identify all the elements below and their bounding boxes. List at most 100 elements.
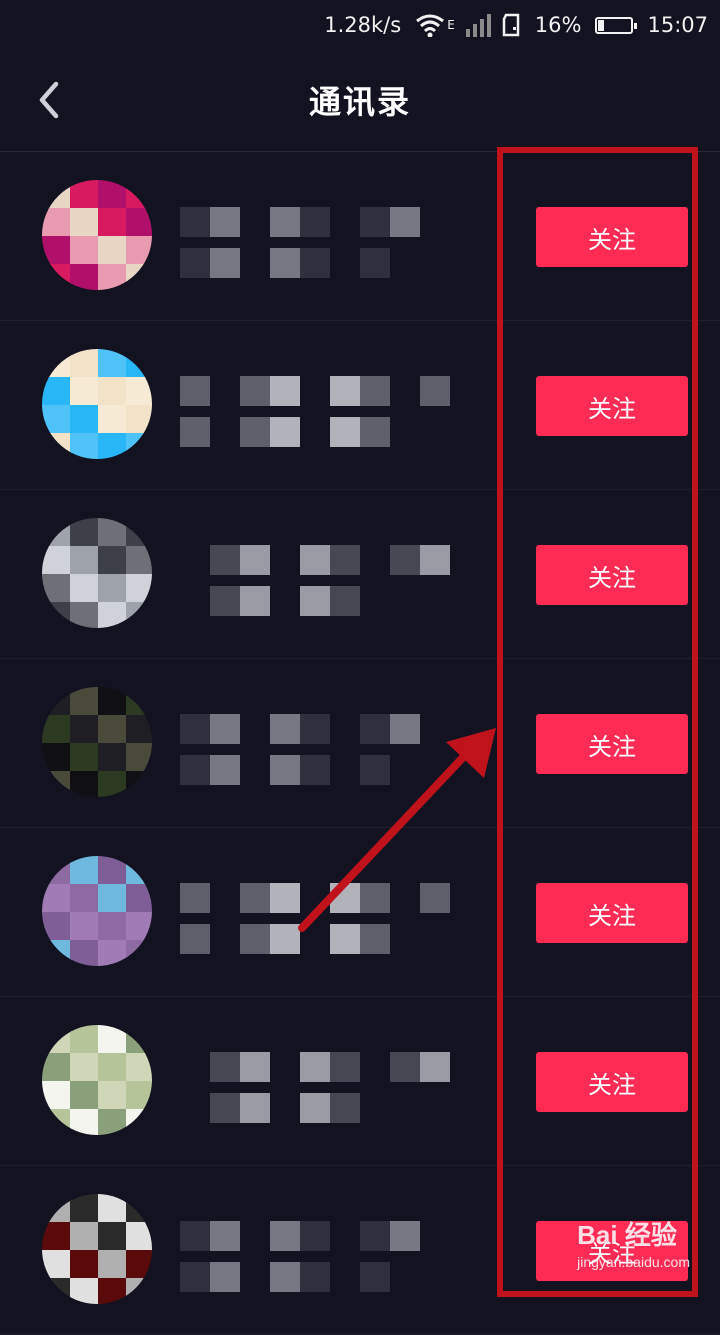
avatar-pixel	[98, 1053, 128, 1083]
mosaic-block	[420, 1052, 450, 1082]
avatar-pixel	[98, 602, 128, 628]
avatar-pixel	[42, 208, 72, 238]
avatar-pixel	[70, 180, 100, 210]
mosaic-block	[180, 714, 210, 744]
avatar-pixel	[42, 433, 72, 459]
mosaic-block	[360, 924, 390, 954]
avatar-pixel	[126, 1109, 152, 1135]
avatar-pixel	[126, 377, 152, 407]
contact-row[interactable]: 关注	[0, 152, 720, 321]
mosaic-block	[210, 1093, 240, 1123]
avatar-pixel	[98, 856, 128, 886]
avatar-pixel	[98, 1250, 128, 1280]
avatar-pixel	[42, 574, 72, 604]
avatar-pixel	[42, 264, 72, 290]
mosaic-block	[300, 248, 330, 278]
follow-button[interactable]: 关注	[536, 376, 688, 436]
avatar-pixel	[98, 1081, 128, 1111]
mosaic-block	[420, 883, 450, 913]
mosaic-block	[180, 1221, 210, 1251]
mosaic-block	[360, 1262, 390, 1292]
mosaic-block	[240, 545, 270, 575]
contact-row[interactable]: 关注	[0, 490, 720, 659]
contact-subtitle-redacted	[180, 1262, 420, 1292]
avatar[interactable]	[42, 1025, 152, 1135]
contact-list: 关注 关注 关注 关注 关注 关注 关注	[0, 152, 720, 1335]
avatar-pixel	[70, 1053, 100, 1083]
mosaic-block	[330, 376, 360, 406]
mosaic-block	[360, 755, 390, 785]
avatar[interactable]	[42, 1194, 152, 1304]
avatar-pixel	[98, 264, 128, 290]
avatar-pixel	[98, 1194, 128, 1224]
mosaic-block	[210, 1052, 240, 1082]
avatar[interactable]	[42, 518, 152, 628]
avatar-pixel	[70, 349, 100, 379]
avatar-pixel	[70, 771, 100, 797]
avatar-pixel	[70, 1250, 100, 1280]
avatar-pixel	[42, 940, 72, 966]
avatar-pixel	[126, 856, 152, 886]
avatar-pixel	[42, 1081, 72, 1111]
mosaic-block	[390, 545, 420, 575]
avatar-pixel	[126, 602, 152, 628]
avatar-pixel	[126, 574, 152, 604]
follow-button[interactable]: 关注	[536, 1052, 688, 1112]
follow-button[interactable]: 关注	[536, 883, 688, 943]
avatar[interactable]	[42, 349, 152, 459]
mosaic-block	[210, 1262, 240, 1292]
mosaic-block	[330, 417, 360, 447]
avatar-pixel	[98, 687, 128, 717]
follow-button[interactable]: 关注	[536, 207, 688, 267]
avatar-pixel	[42, 687, 72, 717]
avatar-pixel	[42, 405, 72, 435]
avatar-pixel	[70, 1194, 100, 1224]
avatar[interactable]	[42, 687, 152, 797]
mosaic-block	[300, 207, 330, 237]
avatar[interactable]	[42, 856, 152, 966]
contact-row[interactable]: 关注	[0, 659, 720, 828]
mosaic-block	[330, 586, 360, 616]
avatar-pixel	[98, 1109, 128, 1135]
mosaic-block	[330, 924, 360, 954]
mosaic-block	[270, 883, 300, 913]
mosaic-block	[240, 1052, 270, 1082]
avatar-pixel	[126, 743, 152, 773]
avatar-pixel	[70, 940, 100, 966]
avatar-pixel	[98, 180, 128, 210]
mosaic-block	[210, 586, 240, 616]
avatar-pixel	[70, 884, 100, 914]
avatar-pixel	[126, 264, 152, 290]
avatar-pixel	[98, 574, 128, 604]
contact-row[interactable]: 关注	[0, 321, 720, 490]
page-title: 通讯录	[308, 83, 411, 121]
battery-icon	[595, 16, 638, 34]
mosaic-block	[180, 417, 210, 447]
mosaic-block	[180, 883, 210, 913]
avatar-pixel	[126, 518, 152, 548]
avatar-pixel	[98, 743, 128, 773]
avatar[interactable]	[42, 180, 152, 290]
contact-name-redacted	[180, 545, 470, 575]
mosaic-block	[180, 207, 210, 237]
follow-button[interactable]: 关注	[536, 545, 688, 605]
mosaic-block	[270, 417, 300, 447]
contact-subtitle-redacted	[180, 586, 420, 616]
follow-button[interactable]: 关注	[536, 714, 688, 774]
mosaic-block	[330, 1052, 360, 1082]
mosaic-block	[180, 376, 210, 406]
avatar-pixel	[70, 1222, 100, 1252]
mosaic-block	[240, 586, 270, 616]
avatar-pixel	[70, 574, 100, 604]
mosaic-block	[270, 924, 300, 954]
mosaic-block	[180, 248, 210, 278]
avatar-pixel	[126, 180, 152, 210]
avatar-pixel	[70, 912, 100, 942]
contact-subtitle-redacted	[180, 755, 420, 785]
contact-row[interactable]: 关注	[0, 997, 720, 1166]
contact-name-redacted	[180, 1221, 470, 1251]
back-button[interactable]	[28, 76, 68, 124]
avatar-pixel	[42, 1025, 72, 1055]
mosaic-block	[270, 207, 300, 237]
contact-row[interactable]: 关注	[0, 828, 720, 997]
